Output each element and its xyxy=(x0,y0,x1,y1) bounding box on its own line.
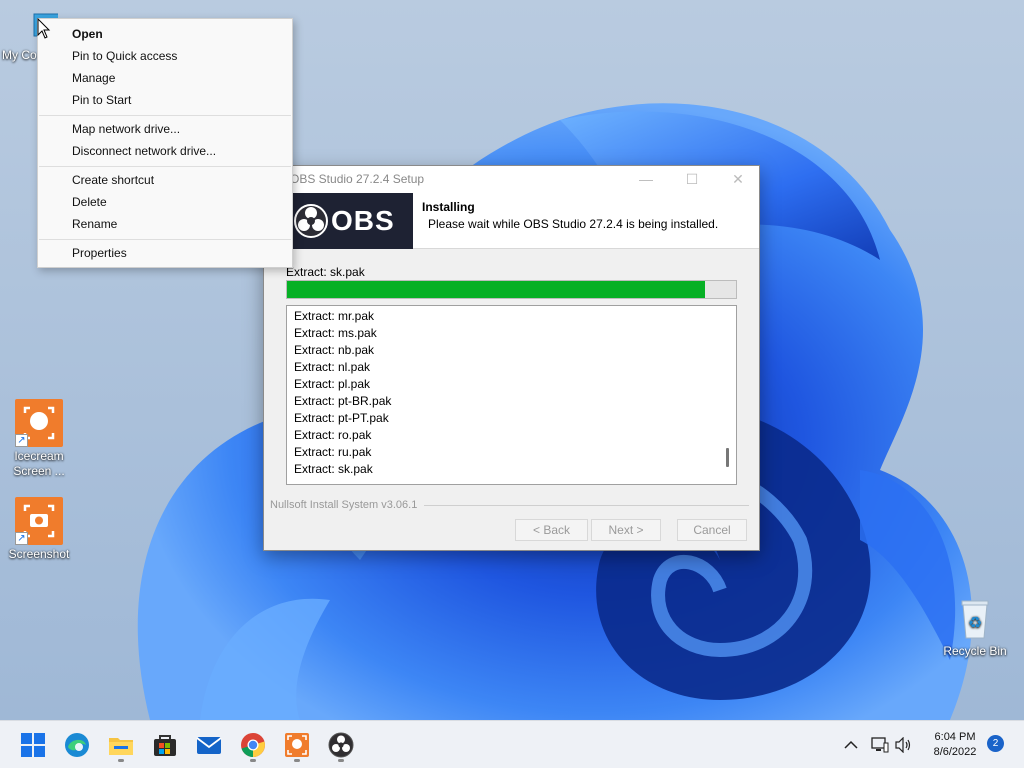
mouse-cursor-icon xyxy=(37,18,51,39)
install-log[interactable]: Extract: mr.pak Extract: ms.pak Extract: n… xyxy=(286,305,737,485)
menu-item-rename[interactable]: Rename xyxy=(72,214,117,234)
shortcut-arrow-icon: ↗ xyxy=(15,434,28,447)
start-windows-icon[interactable] xyxy=(20,732,46,758)
desktop-icon-label: Icecream Screen ... xyxy=(13,449,65,478)
running-indicator xyxy=(118,759,124,762)
log-scrollbar[interactable] xyxy=(719,306,736,484)
menu-separator xyxy=(39,166,291,167)
window-titlebar[interactable]: OBS Studio 27.2.4 Setup — ☐ ✕ xyxy=(264,166,759,193)
log-entry: Extract: pt-BR.pak xyxy=(294,394,392,408)
log-entry: Extract: mr.pak xyxy=(294,309,375,323)
chevron-up-icon[interactable] xyxy=(844,740,858,750)
progress-fill xyxy=(287,281,705,298)
menu-separator xyxy=(39,115,291,116)
desktop-icon-label: Recycle Bin xyxy=(943,644,1007,658)
desktop-icon-icecream-screen-recorder[interactable]: ↗ Icecream Screen ... xyxy=(3,399,75,479)
chrome-browser-icon[interactable] xyxy=(240,732,266,758)
obs-logo-icon xyxy=(294,204,328,238)
log-entry: Extract: pt-PT.pak xyxy=(294,411,389,425)
menu-item-create-shortcut[interactable]: Create shortcut xyxy=(72,170,154,190)
desktop-icon-screenshot[interactable]: ↗ Screenshot xyxy=(3,497,75,562)
menu-item-delete[interactable]: Delete xyxy=(72,192,107,212)
branding-divider xyxy=(424,505,749,506)
log-entry: Extract: pl.pak xyxy=(294,377,371,391)
back-button[interactable]: < Back xyxy=(515,519,588,541)
obs-setup-window: OBS Studio 27.2.4 Setup — ☐ ✕ OBS Instal… xyxy=(263,165,760,551)
menu-item-manage[interactable]: Manage xyxy=(72,68,115,88)
next-button[interactable]: Next > xyxy=(591,519,661,541)
obs-banner: OBS xyxy=(289,193,413,249)
clock[interactable]: 6:04 PM 8/6/2022 xyxy=(920,730,990,760)
file-explorer-icon[interactable] xyxy=(108,732,134,758)
microsoft-store-icon[interactable] xyxy=(152,732,178,758)
menu-item-open[interactable]: Open xyxy=(72,24,103,44)
recycle-bin-icon: ♻ xyxy=(951,594,999,642)
installer-header: OBS Installing Please wait while OBS Stu… xyxy=(264,193,759,249)
current-status: Extract: sk.pak xyxy=(286,265,365,279)
shortcut-arrow-icon: ↗ xyxy=(15,532,28,545)
log-list: Extract: mr.pak Extract: ms.pak Extract: n… xyxy=(287,306,736,478)
log-entry: Extract: ms.pak xyxy=(294,326,377,340)
log-entry: Extract: nb.pak xyxy=(294,343,375,357)
log-entry: Extract: sk.pak xyxy=(294,462,373,476)
log-entry: Extract: ro.pak xyxy=(294,428,372,442)
minimize-button[interactable]: — xyxy=(623,166,669,193)
svg-text:♻: ♻ xyxy=(968,613,982,632)
cancel-button[interactable]: Cancel xyxy=(677,519,747,541)
icecream-recorder-icon[interactable] xyxy=(284,732,310,758)
menu-separator xyxy=(39,239,291,240)
menu-item-map-network-drive[interactable]: Map network drive... xyxy=(72,119,180,139)
network-icon[interactable] xyxy=(871,737,889,753)
running-indicator xyxy=(338,759,344,762)
running-indicator xyxy=(250,759,256,762)
edge-browser-icon[interactable] xyxy=(64,732,90,758)
desktop-icon-label: Screenshot xyxy=(8,547,70,561)
menu-item-disconnect-network-drive[interactable]: Disconnect network drive... xyxy=(72,141,216,161)
window-title: OBS Studio 27.2.4 Setup xyxy=(290,172,425,186)
page-title: Installing xyxy=(422,200,475,214)
obs-logo-text: OBS xyxy=(331,205,395,236)
context-menu: Open Pin to Quick access Manage Pin to S… xyxy=(37,18,293,268)
log-entry: Extract: ru.pak xyxy=(294,445,372,459)
mail-icon[interactable] xyxy=(196,732,222,758)
install-progress-bar xyxy=(286,280,737,299)
log-entry: Extract: nl.pak xyxy=(294,360,371,374)
menu-item-properties[interactable]: Properties xyxy=(72,243,127,263)
notification-badge[interactable]: 2 xyxy=(987,735,1004,752)
volume-icon[interactable] xyxy=(895,737,913,753)
obs-studio-icon[interactable] xyxy=(328,732,354,758)
nsis-branding: Nullsoft Install System v3.06.1 xyxy=(270,499,418,511)
clock-date: 8/6/2022 xyxy=(933,746,977,758)
menu-item-pin-quick-access[interactable]: Pin to Quick access xyxy=(72,46,177,66)
scrollbar-thumb[interactable] xyxy=(726,448,729,467)
menu-item-pin-to-start[interactable]: Pin to Start xyxy=(72,90,131,110)
clock-time: 6:04 PM xyxy=(934,731,976,743)
page-subtitle: Please wait while OBS Studio 27.2.4 is b… xyxy=(428,217,719,231)
running-indicator xyxy=(294,759,300,762)
desktop-icon-recycle-bin[interactable]: ♻ Recycle Bin xyxy=(939,594,1011,659)
maximize-button[interactable]: ☐ xyxy=(669,166,715,193)
close-button[interactable]: ✕ xyxy=(715,166,761,193)
taskbar xyxy=(0,720,1024,768)
